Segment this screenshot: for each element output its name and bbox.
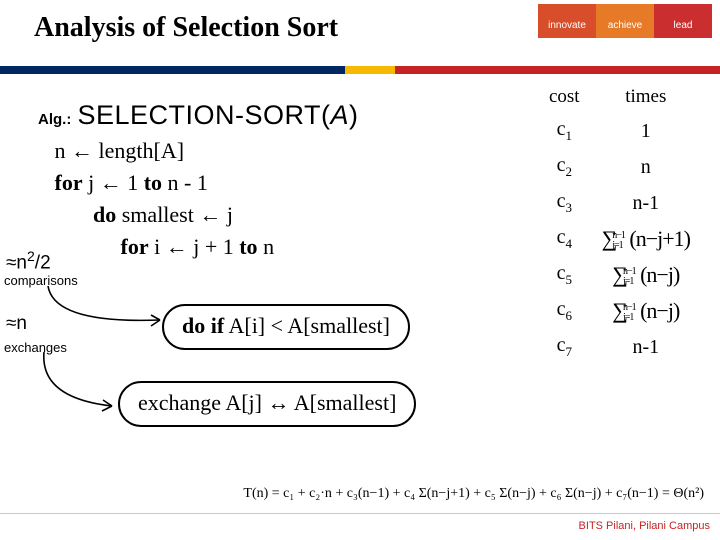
cost-cell: c7 — [539, 330, 590, 364]
alg-label: Alg.: — [38, 111, 71, 128]
arrow-comparisons-icon — [40, 280, 170, 340]
credit-line: BITS Pilani, Pilani Campus — [579, 520, 710, 532]
cost-cell: c5 — [539, 258, 590, 292]
table-row: c5∑n−1j=1 (n−j) — [539, 258, 700, 292]
logo-word-1: innovate — [538, 4, 596, 38]
logo-word-3: lead — [654, 4, 712, 38]
table-row: c3n-1 — [539, 186, 700, 220]
times-cell: 1 — [592, 114, 700, 148]
times-cell: n — [592, 150, 700, 184]
page-title: Analysis of Selection Sort — [34, 12, 338, 44]
note-exchanges: ≈n — [6, 313, 27, 335]
table-row: c11 — [539, 114, 700, 148]
cost-cell: c1 — [539, 114, 590, 148]
times-cell: ∑n−1j=1 (n−j) — [592, 294, 700, 328]
cost-times-table: costtimes c11c2nc3n-1c4∑n−1j=1 (n−j+1)c5… — [537, 80, 702, 366]
brand-logo: innovateachievelead — [522, 4, 712, 62]
alg-line-1: n ← length[A] — [38, 135, 520, 167]
note-comparisons: ≈n2/2 — [6, 248, 51, 274]
tn-expression: T(n) = c₁ + c₂·n + c₃(n−1) + c₄ Σ(n−j+1)… — [243, 486, 704, 502]
title-underline — [0, 66, 720, 74]
logo-word-2: achieve — [596, 4, 654, 38]
alg-line-2: for j ← 1 to n - 1 — [38, 167, 520, 199]
alg-line-7: exchange A[j] ↔ A[smallest] — [118, 381, 416, 427]
cost-cell: c3 — [539, 186, 590, 220]
arrow-exchanges-icon — [34, 348, 124, 418]
cost-cell: c6 — [539, 294, 590, 328]
cost-cell: c4 — [539, 222, 590, 256]
times-cell: ∑n−1j=1 (n−j) — [592, 258, 700, 292]
times-cell: n-1 — [592, 330, 700, 364]
alg-line-3: do smallest ← j — [38, 199, 520, 231]
table-row: c2n — [539, 150, 700, 184]
alg-line-5: do if A[i] < A[smallest] — [162, 304, 410, 350]
table-row: c4∑n−1j=1 (n−j+1) — [539, 222, 700, 256]
footer-divider — [0, 513, 720, 514]
col-cost: cost — [539, 82, 590, 112]
times-cell: n-1 — [592, 186, 700, 220]
alg-name: SELECTION-SORT — [77, 100, 321, 130]
table-row: c6∑n−1j=1 (n−j) — [539, 294, 700, 328]
algorithm-header: Alg.: SELECTION-SORT(A) — [38, 96, 520, 135]
times-cell: ∑n−1j=1 (n−j+1) — [592, 222, 700, 256]
alg-arg: A — [331, 100, 350, 130]
table-row: c7n-1 — [539, 330, 700, 364]
alg-line-4: for i ← j + 1 to n — [38, 231, 520, 263]
col-times: times — [592, 82, 700, 112]
cost-cell: c2 — [539, 150, 590, 184]
